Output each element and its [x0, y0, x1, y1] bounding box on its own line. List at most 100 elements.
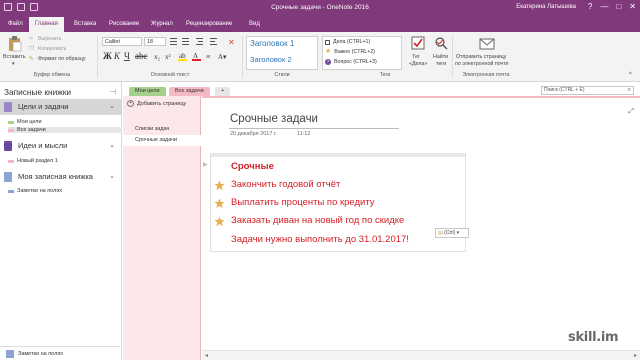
tab-draw[interactable]: Рисование [103, 17, 145, 32]
email-page-button[interactable]: Отправить страницу [456, 54, 506, 60]
style-heading1[interactable]: Заголовок 1 [250, 39, 294, 48]
side-notes-footer[interactable]: Заметки на полях [0, 346, 122, 360]
svg-text:К: К [113, 51, 121, 61]
note-line-task[interactable]: Выплатить проценты по кредиту [231, 197, 375, 208]
star-icon[interactable] [214, 216, 225, 227]
group-tags: Теги [379, 72, 391, 78]
chevron-down-icon[interactable]: ⌄ [109, 141, 115, 149]
list-format-icons[interactable]: ✕ [170, 37, 240, 46]
svg-text:abc: abc [135, 51, 148, 61]
svg-text:x₂: x₂ [154, 53, 161, 61]
ribbon: Вставить ▾ ✂ Вырезать ❐ Копировать ✎ Фор… [0, 32, 640, 82]
minimize-button[interactable]: — [600, 3, 608, 11]
note-container[interactable]: ▶ Срочные Закончить годовой отчёт Выплат… [203, 153, 469, 252]
notebooks-header[interactable]: Записные книжки [4, 87, 71, 97]
font-name-combo[interactable]: Calibri [102, 37, 142, 46]
container-drag-bar[interactable] [211, 154, 465, 157]
note-line-task[interactable]: Закончить годовой отчёт [231, 179, 340, 190]
star-icon[interactable] [214, 180, 225, 191]
ribbon-tabs: Файл Главная Вставка Рисование Журнал Ре… [0, 17, 640, 32]
chevron-down-icon[interactable]: ⌄ [109, 172, 115, 180]
cut-button[interactable]: Вырезать [38, 36, 62, 42]
star-icon: ★ [325, 48, 332, 55]
email-page-button-line2[interactable]: по электронной почте [455, 61, 509, 67]
tab-view[interactable]: Вид [243, 17, 266, 32]
help-button[interactable]: ? [588, 3, 592, 11]
group-styles: Стили [274, 72, 290, 78]
note-line-heading[interactable]: Срочные [231, 161, 274, 172]
add-section-button[interactable]: + [215, 87, 231, 96]
todo-tag-icon[interactable] [411, 36, 425, 50]
note-line-task[interactable]: Заказать диван на новый год по скидке [231, 215, 404, 226]
paragraph-handle-icon[interactable]: ▶ [203, 161, 208, 168]
notebook-mine[interactable]: Моя записная книжка ⌄ [0, 169, 122, 185]
search-icon[interactable]: ⌕ [628, 87, 631, 94]
section-side-notes[interactable]: Заметки на полях [8, 188, 62, 194]
tab-history[interactable]: Журнал [145, 17, 179, 32]
section-new-1[interactable]: Новый раздел 1 [8, 158, 58, 164]
notebook-icon [6, 350, 14, 358]
copy-button[interactable]: Копировать [38, 46, 67, 52]
styles-gallery[interactable]: Заголовок 1 Заголовок 2 [246, 36, 318, 70]
page-title[interactable]: Срочные задачи [230, 113, 318, 125]
scroll-right-icon[interactable]: ▸ [634, 352, 637, 359]
section-my-goals[interactable]: Мои цели [8, 119, 42, 125]
chevron-down-icon[interactable]: ⌄ [109, 102, 115, 110]
font-size-combo[interactable]: 18 [144, 37, 166, 46]
scroll-left-icon[interactable]: ◂ [205, 352, 208, 359]
group-clipboard: Буфер обмена [34, 72, 70, 78]
collapse-ribbon-icon[interactable]: ^ [629, 72, 632, 78]
svg-text:Ж: Ж [103, 51, 112, 61]
paste-button[interactable]: Вставить [3, 54, 25, 60]
paste-icon[interactable] [8, 36, 22, 52]
svg-text:А: А [193, 52, 198, 60]
notebook-icon [4, 141, 12, 151]
close-button[interactable]: ✕ [629, 3, 636, 11]
group-email: Электронная почта [462, 72, 510, 78]
user-name[interactable]: Екатерина Латышева [516, 4, 576, 10]
star-icon[interactable] [214, 198, 225, 209]
todo-tag-button-line2[interactable]: «Дела» [409, 61, 427, 67]
title-bar: Срочные задачи - OneNote 2016 Екатерина … [0, 0, 640, 17]
tag-question[interactable]: ? Вопрос (CTRL+3) [325, 59, 377, 65]
cut-icon: ✂ [29, 36, 34, 42]
tab-file[interactable]: Файл [2, 17, 29, 32]
svg-text:Ч: Ч [124, 51, 130, 61]
paste-dropdown-icon[interactable]: ▾ [12, 61, 15, 67]
tab-insert[interactable]: Вставка [68, 17, 102, 32]
find-tags-button-line2[interactable]: теги [436, 61, 446, 67]
notebook-ideas[interactable]: Идеи и мысли ⌄ [0, 138, 122, 154]
tags-gallery[interactable]: Дела (CTRL+1) ★ Важно (CTRL+2) ? Вопрос … [322, 36, 402, 70]
pin-icon[interactable]: ⊣ [110, 88, 116, 96]
page-item-task-lists[interactable]: Списки задач [123, 124, 201, 135]
find-tags-icon[interactable] [434, 36, 448, 50]
style-heading2[interactable]: Заголовок 2 [250, 55, 292, 64]
add-page-button[interactable]: + Добавить страницу [127, 100, 186, 107]
expand-icon[interactable]: ⤢ [628, 108, 634, 116]
section-tab-all-tasks[interactable]: Все задачи [169, 87, 210, 96]
tab-home[interactable]: Главная [29, 17, 64, 32]
email-page-icon[interactable] [479, 36, 495, 50]
notebook-pane: Записные книжки ⊣ Цели и задачи ⌄ Мои це… [0, 82, 122, 360]
page-canvas[interactable]: ⤢ Срочные задачи 20 декабря 2017 г. 11:1… [202, 96, 640, 360]
paste-options-button[interactable]: ▤ (Ctrl) ▾ [435, 228, 469, 238]
clipboard-icon: ▤ [438, 230, 443, 236]
section-tab-my-goals[interactable]: Мои цели [129, 87, 166, 96]
page-time: 11:12 [297, 131, 311, 137]
todo-tag-button[interactable]: Тег [412, 54, 420, 60]
tag-important[interactable]: ★ Важно (CTRL+2) [325, 48, 375, 55]
text-formatting-icons[interactable]: Ж К Ч abc x₂ x² ab А ≡ A▾ [102, 50, 242, 62]
tag-todo[interactable]: Дела (CTRL+1) [325, 39, 370, 45]
maximize-button[interactable]: □ [616, 3, 621, 11]
horizontal-scrollbar[interactable]: ◂ ▸ [202, 350, 640, 360]
notebook-goals[interactable]: Цели и задачи ⌄ [0, 99, 122, 115]
note-line-deadline[interactable]: Задачи нужно выполнить до 31.01.2017! [231, 234, 409, 245]
section-all-tasks[interactable]: Все задачи [8, 127, 122, 133]
format-painter-button[interactable]: Формат по образцу [38, 56, 86, 62]
page-item-urgent[interactable]: Срочные задачи [123, 135, 201, 146]
search-input[interactable]: Поиск (CTRL + E) ⌕ [541, 86, 634, 95]
checkbox-icon [325, 39, 330, 45]
tab-review[interactable]: Рецензирование [180, 17, 238, 32]
notebook-icon [4, 172, 12, 182]
find-tags-button[interactable]: Найти [433, 54, 448, 60]
